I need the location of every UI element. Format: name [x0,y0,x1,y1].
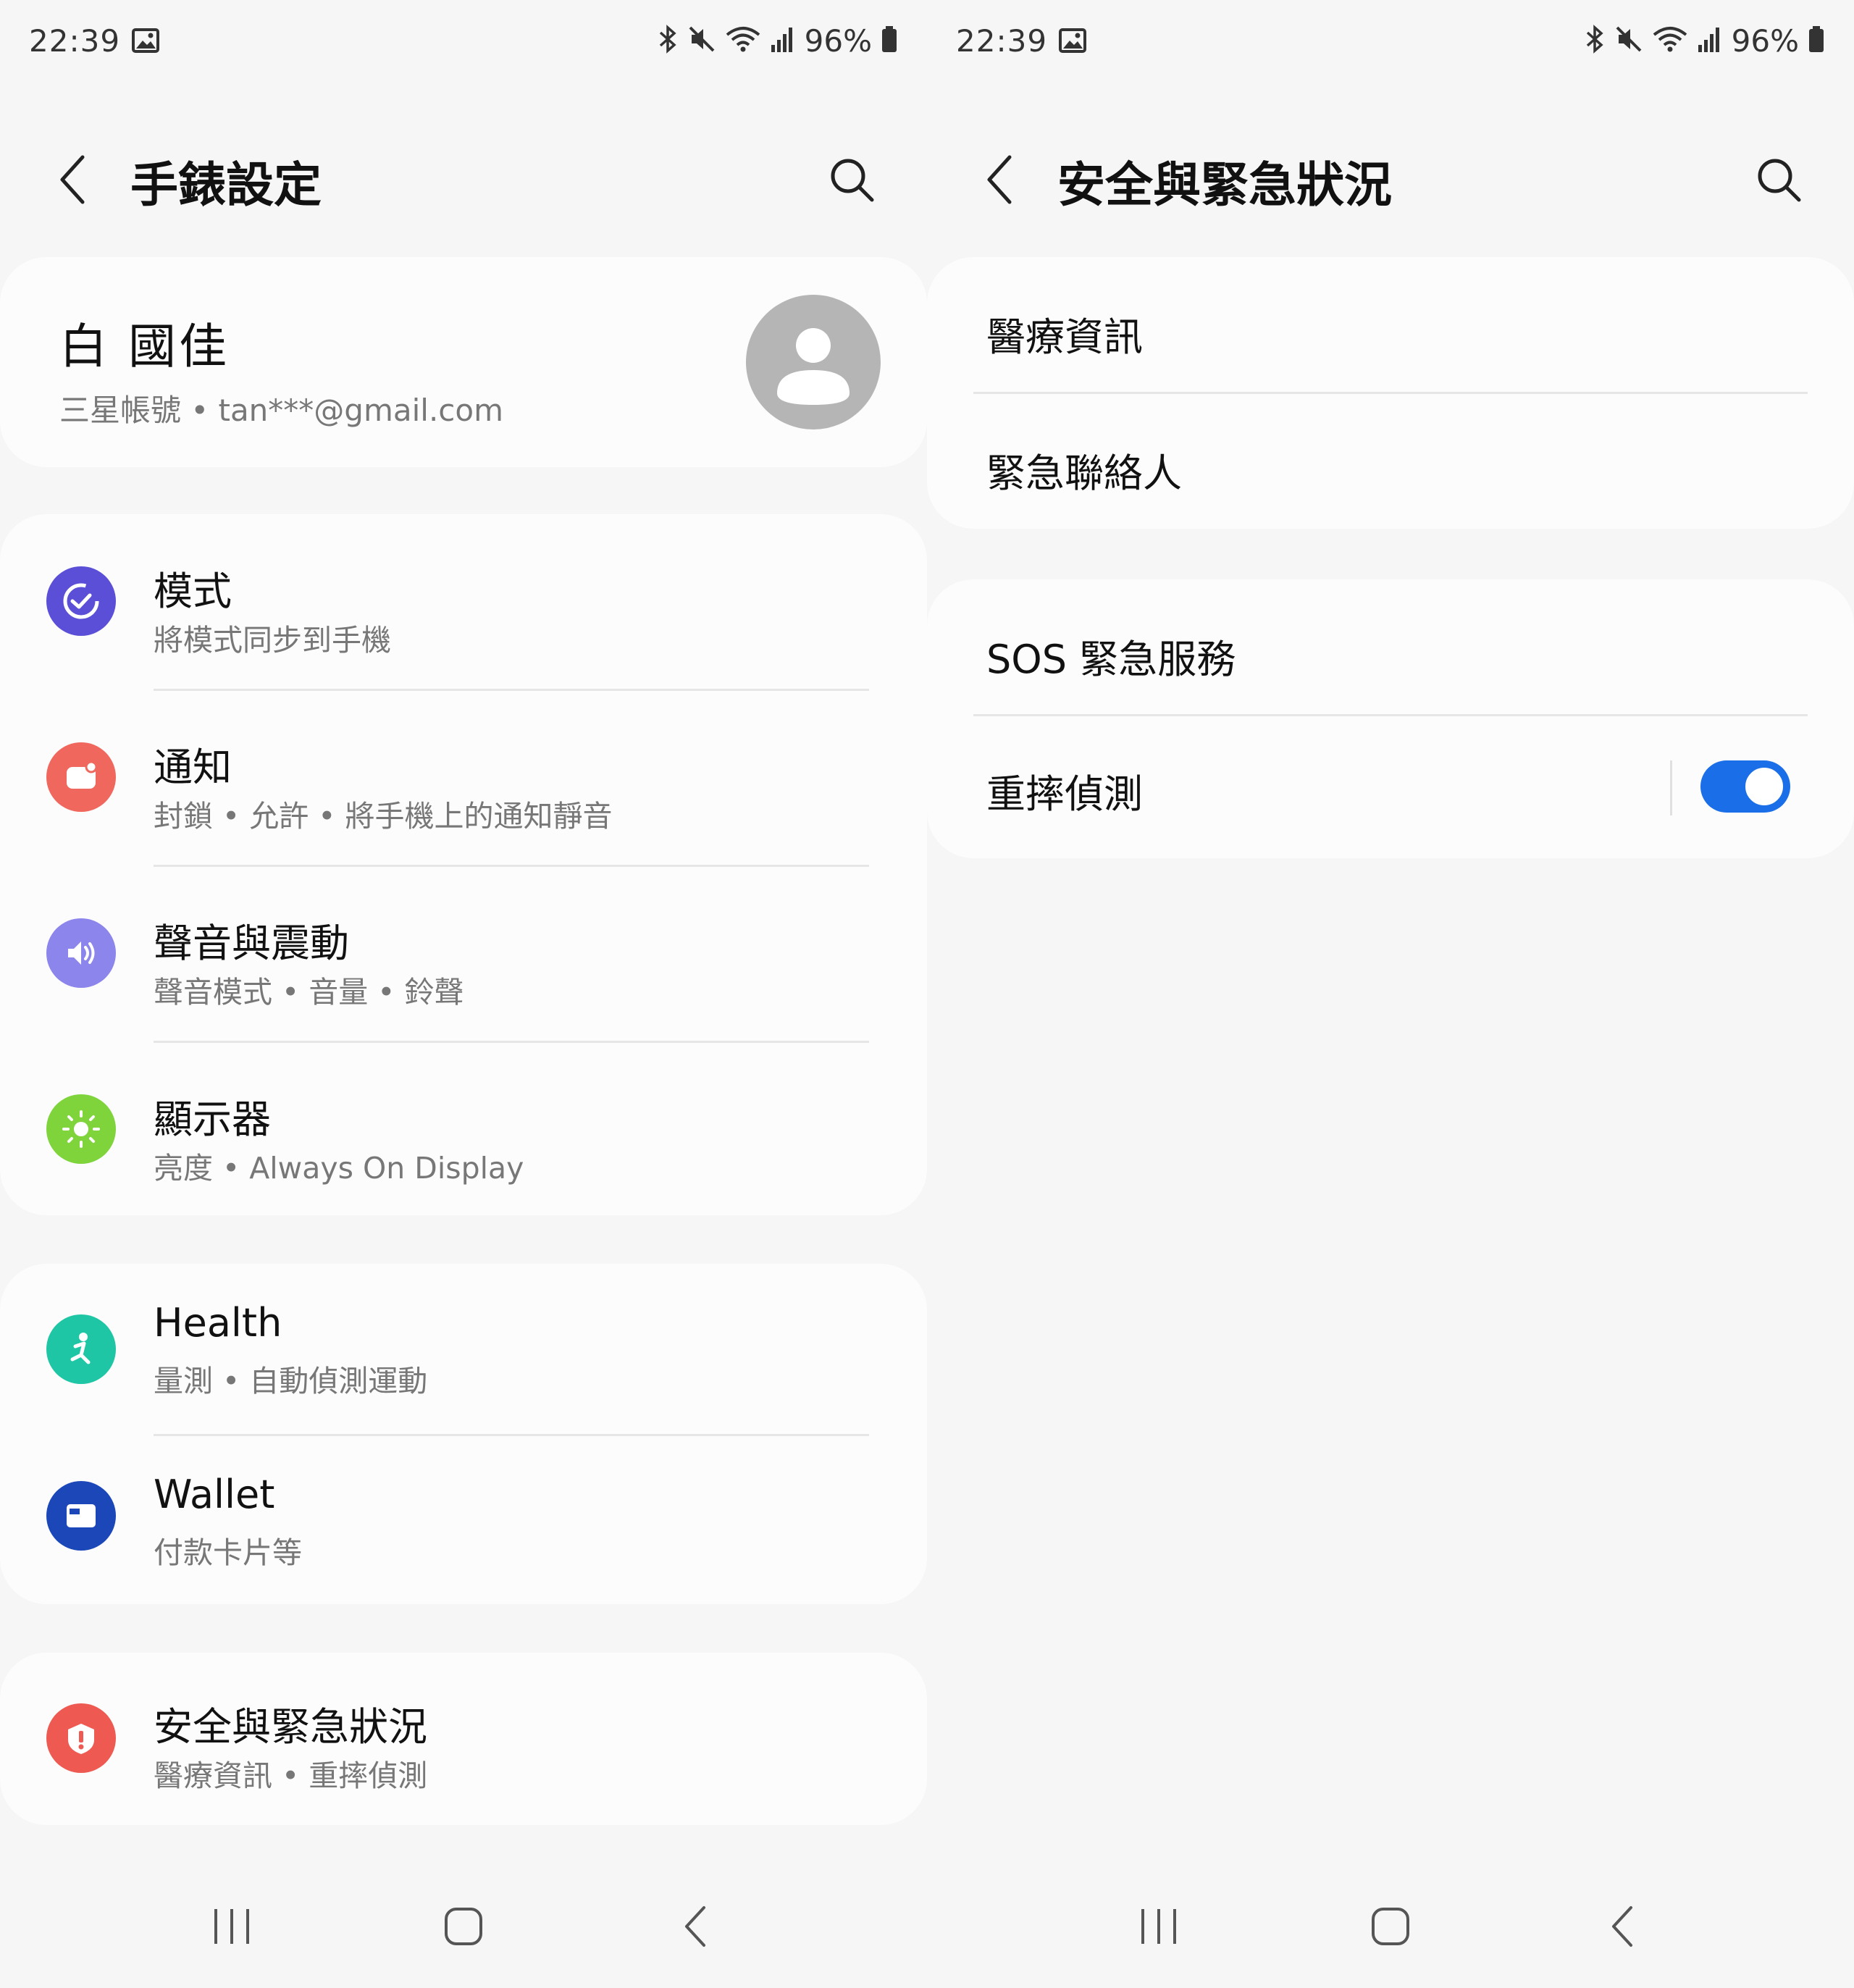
item-subtitle: 量測 • 自動偵測運動 [154,1364,428,1398]
item-title: 顯示器 [154,1096,271,1142]
item-title: Health [154,1300,282,1346]
list-item-display[interactable]: 顯示器 亮度 • Always On Display [0,1042,927,1215]
list-item-sos[interactable]: SOS 緊急服務 [927,579,1854,716]
profile-account: 三星帳號 • tan***@gmail.com [59,393,503,428]
page-title: 安全與緊急狀況 [1057,157,1392,213]
wifi-icon [1652,25,1688,56]
safety-icon [46,1703,116,1773]
item-title: 模式 [154,569,232,614]
status-bar: 22:39 96% [29,17,898,64]
search-button[interactable] [823,152,881,210]
list-item-medical-info[interactable]: 醫療資訊 [927,257,1854,394]
profile-card[interactable]: 白 國佳 三星帳號 • tan***@gmail.com [0,257,927,467]
item-subtitle: 將模式同步到手機 [154,623,391,658]
home-button[interactable] [413,1887,514,1966]
list-item-emergency-contacts[interactable]: 緊急聯絡人 [927,393,1854,529]
app-header: 手錶設定 [0,138,927,225]
item-title: 緊急聯絡人 [986,450,1182,496]
item-subtitle: 封鎖 • 允許 • 將手機上的通知靜音 [154,799,613,834]
wallet-icon [46,1481,116,1551]
search-button[interactable] [1750,152,1808,210]
profile-name: 白 國佳 [59,319,230,374]
battery-icon [881,25,898,56]
gallery-icon [1059,28,1087,53]
recents-button[interactable] [181,1887,282,1966]
signal-icon [770,25,796,56]
chevron-left-icon [58,154,87,208]
mute-icon [1614,25,1643,56]
recents-icon [1141,1909,1176,1944]
list-item-health[interactable]: Health 量測 • 自動偵測運動 [0,1264,927,1436]
nav-back-icon [1612,1906,1632,1947]
display-icon [46,1094,116,1164]
modes-icon [46,566,116,636]
page-title: 手錶設定 [130,157,322,213]
app-header: 安全與緊急狀況 [927,138,1854,225]
health-icon [46,1314,116,1384]
list-item-sound[interactable]: 聲音與震動 聲音模式 • 音量 • 鈴聲 [0,866,927,1043]
fall-detection-toggle[interactable] [1700,760,1790,813]
navigation-bar [0,1865,927,1988]
safety-emergency-screen: 22:39 96% 安全與緊急狀況 醫療資訊 緊急聯絡人 SOS 緊急服務 重摔… [927,0,1854,1988]
nav-back-button[interactable] [1572,1887,1673,1966]
item-subtitle: 亮度 • Always On Display [154,1151,524,1186]
item-title: SOS 緊急服務 [986,637,1236,682]
bluetooth-icon [657,25,679,56]
person-icon [777,328,850,405]
list-item-wallet[interactable]: Wallet 付款卡片等 [0,1435,927,1604]
home-icon [1372,1908,1409,1945]
item-title: 聲音與震動 [154,920,349,966]
home-button[interactable] [1340,1887,1441,1966]
settings-group-apps: Health 量測 • 自動偵測運動 Wallet 付款卡片等 [0,1264,927,1604]
battery-percent: 96% [1731,22,1799,59]
item-title: 通知 [154,745,232,790]
list-item-modes[interactable]: 模式 將模式同步到手機 [0,514,927,691]
recents-button[interactable] [1108,1887,1209,1966]
item-subtitle: 付款卡片等 [154,1535,302,1570]
item-title: 安全與緊急狀況 [154,1704,427,1750]
search-icon [829,156,875,206]
navigation-bar [927,1865,1854,1988]
chevron-left-icon [985,154,1014,208]
status-time: 22:39 [29,22,121,59]
back-button[interactable] [51,152,94,210]
gallery-icon [132,28,160,53]
item-title: Wallet [154,1472,275,1517]
search-icon [1756,156,1802,206]
wifi-icon [725,25,761,56]
safety-group-info: 醫療資訊 緊急聯絡人 [927,257,1854,529]
list-item-safety[interactable]: 安全與緊急狀況 醫療資訊 • 重摔偵測 [0,1653,927,1825]
list-item-fall-detection[interactable]: 重摔偵測 [927,716,1854,858]
nav-back-button[interactable] [645,1887,746,1966]
avatar[interactable] [746,295,881,429]
safety-group-sos: SOS 緊急服務 重摔偵測 [927,579,1854,858]
settings-group-safety: 安全與緊急狀況 醫療資訊 • 重摔偵測 [0,1653,927,1825]
battery-percent: 96% [804,22,872,59]
toggle-separator [1670,760,1672,815]
sound-icon [46,918,116,988]
watch-settings-screen: 22:39 96% 手錶設定 白 國佳 三星帳號 • tan***@gmail.… [0,0,927,1988]
mute-icon [687,25,716,56]
item-subtitle: 醫療資訊 • 重摔偵測 [154,1758,428,1793]
battery-icon [1808,25,1825,56]
signal-icon [1697,25,1723,56]
bluetooth-icon [1584,25,1606,56]
nav-back-icon [685,1906,705,1947]
home-icon [445,1908,482,1945]
list-item-notifications[interactable]: 通知 封鎖 • 允許 • 將手機上的通知靜音 [0,690,927,867]
status-bar: 22:39 96% [956,17,1825,64]
recents-icon [214,1909,249,1944]
item-title: 重摔偵測 [986,771,1143,817]
item-title: 醫療資訊 [986,314,1143,360]
back-button[interactable] [978,152,1021,210]
settings-group-main: 模式 將模式同步到手機 通知 封鎖 • 允許 • 將手機上的通知靜音 聲音與震動… [0,514,927,1215]
toggle-knob [1742,765,1786,808]
notification-icon [46,742,116,812]
status-time: 22:39 [956,22,1048,59]
item-subtitle: 聲音模式 • 音量 • 鈴聲 [154,975,464,1010]
